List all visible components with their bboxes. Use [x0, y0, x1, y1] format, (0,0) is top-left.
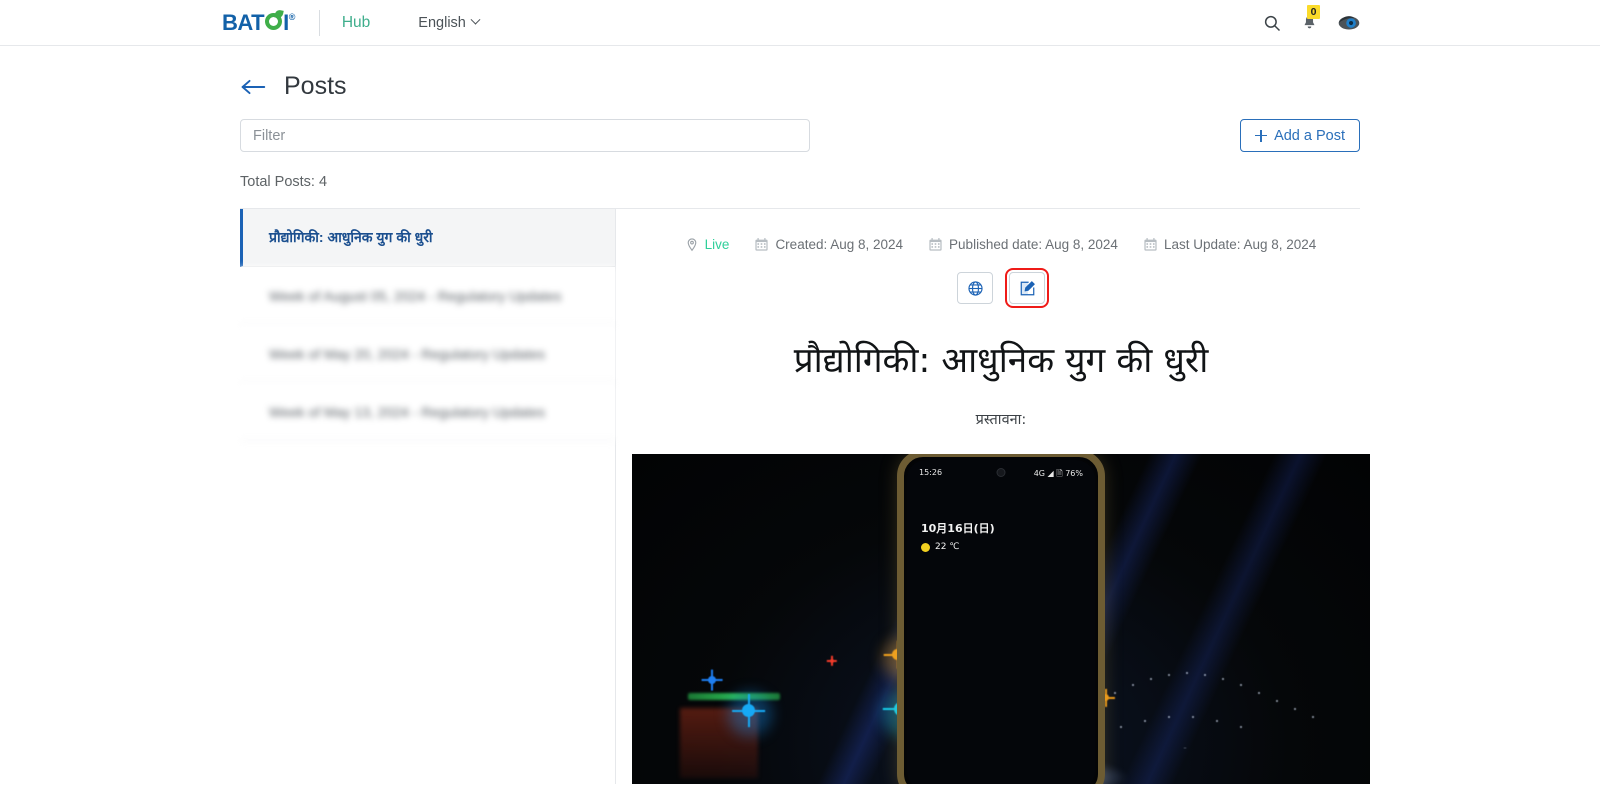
- page-header: Posts: [240, 46, 1360, 107]
- calendar-icon: [929, 238, 942, 251]
- view-live-button[interactable]: [957, 272, 993, 304]
- phone-lock-temp-value: 22 ℃: [935, 542, 960, 552]
- light-glow: [728, 692, 772, 736]
- post-list-title: Week of May 20, 2024 - Regulatory Update…: [269, 345, 546, 362]
- logo-leaf-icon: [265, 12, 283, 30]
- post-published: Published date: Aug 8, 2024: [929, 237, 1118, 252]
- globe-icon: [967, 280, 983, 296]
- navbar-right-group: 0: [1263, 0, 1360, 46]
- language-label: English: [418, 14, 466, 31]
- logo-registered-mark: ®: [288, 11, 296, 22]
- phone-status-time: 15:26: [919, 468, 943, 477]
- total-posts-label: Total Posts: 4: [240, 174, 328, 190]
- created-date-label: Created: Aug 8, 2024: [775, 237, 904, 252]
- streetlight-star: [830, 659, 834, 663]
- streetlight-star: [708, 676, 716, 684]
- top-navbar: BAT I ® Hub English 0: [0, 0, 1600, 46]
- post-created: Created: Aug 8, 2024: [755, 237, 903, 252]
- phone-status-indicators: 4G ◢ 🗎 76%: [1033, 469, 1083, 478]
- navbar-left-group: BAT I ® Hub English: [0, 9, 481, 36]
- edit-pencil-icon: [1020, 280, 1035, 295]
- language-selector[interactable]: English: [418, 14, 481, 31]
- list-item[interactable]: Week of August 05, 2024 - Regulatory Upd…: [240, 267, 615, 325]
- calendar-icon: [1144, 238, 1157, 251]
- published-date-label: Published date: Aug 8, 2024: [949, 237, 1118, 252]
- filter-input[interactable]: [240, 119, 810, 152]
- list-item[interactable]: प्रौद्योगिकी: आधुनिक युग की धुरी: [240, 209, 615, 267]
- list-item[interactable]: Week of May 13, 2024 - Regulatory Update…: [240, 383, 615, 441]
- last-update-label: Last Update: Aug 8, 2024: [1163, 237, 1317, 252]
- page-container: Posts Add a Post Total Posts: 4 प्रौद्यो…: [0, 46, 1600, 784]
- posts-list: प्रौद्योगिकी: आधुनिक युग की धुरी Week of…: [240, 209, 616, 784]
- posts-body: प्रौद्योगिकी: आधुनिक युग की धुरी Week of…: [240, 209, 1370, 784]
- avatar-icon[interactable]: [1338, 15, 1360, 31]
- edit-post-button[interactable]: [1005, 268, 1049, 308]
- notification-count-badge: 0: [1307, 5, 1320, 19]
- nav-link-hub[interactable]: Hub: [342, 14, 370, 32]
- post-subtitle: प्रस्तावना:: [975, 412, 1027, 428]
- chevron-down-icon: [470, 14, 481, 25]
- phone-camera-notch-icon: [996, 468, 1006, 477]
- phone-screen: 15:26 4G ◢ 🗎 76% 10月16日(日) 22 ℃: [907, 460, 1095, 784]
- phone-lock-date: 10月16日(日): [921, 522, 995, 535]
- post-detail-panel: Live Created: Aug 8, 2024 Published date…: [616, 209, 1386, 784]
- list-item[interactable]: Week of May 20, 2024 - Regulatory Update…: [240, 325, 615, 383]
- post-list-title: Week of May 13, 2024 - Regulatory Update…: [269, 403, 546, 420]
- search-icon[interactable]: [1263, 14, 1281, 32]
- phone-lock-weather: 22 ℃: [921, 542, 1095, 552]
- calendar-icon: [755, 238, 769, 251]
- post-last-update: Last Update: Aug 8, 2024: [1144, 237, 1316, 252]
- bell-icon[interactable]: 0: [1301, 5, 1320, 32]
- location-pin-icon: [687, 237, 697, 251]
- add-post-label: Add a Post: [1274, 127, 1345, 144]
- back-arrow-icon[interactable]: [240, 78, 266, 96]
- post-featured-image: 15:26 4G ◢ 🗎 76% 10月16日(日) 22 ℃: [632, 454, 1370, 784]
- post-action-buttons: [632, 268, 1370, 308]
- status-badge: Live: [704, 237, 730, 252]
- page-title: Posts: [284, 72, 347, 100]
- sun-icon: [921, 542, 930, 552]
- post-meta-row: Live Created: Aug 8, 2024 Published date…: [632, 237, 1370, 252]
- post-title: प्रौद्योगिकी: आधुनिक युग की धुरी: [793, 341, 1209, 381]
- plus-icon: [1255, 129, 1268, 142]
- navbar-divider: [318, 9, 320, 36]
- post-status: Live: [686, 237, 730, 252]
- phone-device: 15:26 4G ◢ 🗎 76% 10月16日(日) 22 ℃: [897, 454, 1105, 784]
- batoi-logo[interactable]: BAT I ®: [222, 9, 296, 35]
- posts-toolbar: Add a Post: [240, 119, 1360, 152]
- bridge-lights: [1110, 634, 1360, 754]
- add-post-button[interactable]: Add a Post: [1240, 119, 1360, 152]
- post-list-title: Week of August 05, 2024 - Regulatory Upd…: [269, 287, 562, 304]
- post-list-title: प्रौद्योगिकी: आधुनिक युग की धुरी: [269, 229, 433, 245]
- logo-text-bat: BAT: [222, 9, 265, 35]
